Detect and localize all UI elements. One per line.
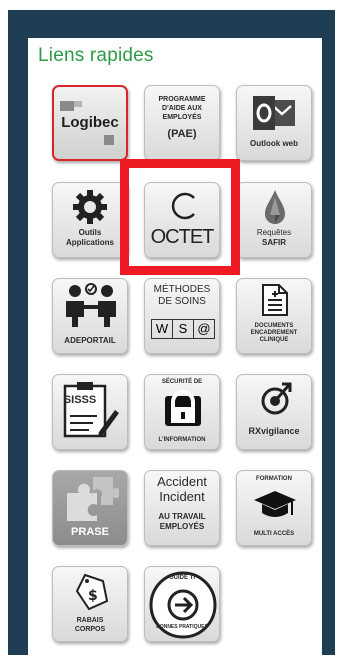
rabais-corpos-link[interactable]: $ RABAIS CORPOS: [52, 566, 128, 642]
pae-link[interactable]: PROGRAMME D'AIDE AUX EMPLOYÉS (PAE): [144, 85, 220, 161]
prase-label: PRASE: [71, 526, 109, 538]
accident-incident-link[interactable]: Accident Incident AU TRAVAIL EMPLOYÉS: [144, 470, 220, 546]
prase-link[interactable]: PRASE: [52, 470, 128, 546]
rxvigilance-link[interactable]: RXvigilance: [236, 374, 312, 450]
securite-top: SÉCURITÉ DE: [161, 379, 203, 385]
guide-top: GUIDE TI: [168, 575, 195, 581]
clipboard-pen-icon: [63, 382, 119, 438]
accident-line2: Incident: [159, 489, 205, 504]
pae-line1: PROGRAMME: [158, 96, 206, 103]
safir-line1: Requêtes: [256, 228, 292, 237]
logibec-label: Logibec: [61, 114, 119, 131]
octet-link[interactable]: OCTET: [144, 182, 220, 258]
documents-encadrement-link[interactable]: DOCUMENTS ENCADREMENT CLINIQUE: [236, 278, 312, 354]
octet-arc-icon: [171, 192, 195, 220]
adeportail-link[interactable]: ADEPORTAIL: [52, 278, 128, 354]
methodes-de-soins-link[interactable]: MÉTHODES DE SOINS W S @: [144, 278, 220, 354]
logibec-link[interactable]: Logibec: [52, 85, 128, 161]
svg-text:$: $: [88, 588, 98, 604]
documents-line1: DOCUMENTS: [254, 323, 294, 329]
securite-information-link[interactable]: SÉCURITÉ DE L'INFORMATION: [144, 374, 220, 450]
guide-bottom: BONNES PRATIQUES: [156, 624, 208, 630]
sisss-link[interactable]: SISSS: [52, 374, 128, 450]
methodes-line2: DE SOINS: [158, 296, 206, 307]
price-tag-icon: $: [75, 573, 109, 611]
rabais-line1: RABAIS: [76, 617, 104, 624]
rxvigilance-label: RXvigilance: [248, 426, 300, 436]
pae-line3: EMPLOYÉS: [162, 114, 202, 121]
accident-line3: AU TRAVAIL: [158, 512, 206, 521]
securite-bottom: L'INFORMATION: [158, 437, 206, 443]
outlook-icon: [253, 96, 295, 130]
gear-icon: [73, 190, 107, 224]
accident-line4: EMPLOYÉS: [159, 522, 205, 531]
formation-top: FORMATION: [256, 476, 292, 482]
methodes-badge-row: W S @: [151, 319, 215, 339]
padlock-icon: [165, 390, 201, 426]
people-meeting-icon: [66, 283, 116, 327]
outils-applications-link[interactable]: Outils Applications: [52, 182, 128, 258]
rabais-line2: CORPOS: [74, 626, 106, 633]
formation-multi-acces-link[interactable]: FORMATION MULTI ACCÈS: [236, 470, 312, 546]
methodes-line1: MÉTHODES: [153, 284, 211, 295]
methodes-badge-s: S: [173, 320, 194, 338]
rxvigilance-target-icon: [261, 382, 292, 415]
adeportail-label: ADEPORTAIL: [64, 336, 116, 345]
outils-line1: Outils: [78, 228, 102, 237]
methodes-badge-w: W: [152, 320, 173, 338]
safir-line2: SAFIR: [262, 238, 286, 247]
methodes-badge-at: @: [197, 321, 211, 336]
document-icon: [262, 284, 288, 316]
documents-line3: CLINIQUE: [259, 337, 289, 343]
puzzle-icon: [67, 477, 119, 521]
pae-line4: (PAE): [167, 128, 197, 140]
outlook-web-link[interactable]: Outlook web: [236, 85, 312, 161]
safir-link[interactable]: Requêtes SAFIR: [236, 182, 312, 258]
graduation-cap-icon: [254, 491, 296, 517]
formation-bottom: MULTI ACCÈS: [253, 531, 295, 537]
outlook-label: Outlook web: [250, 139, 298, 148]
pae-line2: D'AIDE AUX: [162, 105, 202, 112]
octet-label: OCTET: [150, 226, 215, 248]
documents-line2: ENCADREMENT: [250, 330, 298, 336]
panel-title: Liens rapides: [38, 45, 154, 66]
guide-ti-link[interactable]: GUIDE TI BONNES PRATIQUES: [144, 566, 220, 642]
drop-icon: [265, 190, 285, 224]
outils-line2: Applications: [65, 238, 114, 247]
accident-line1: Accident: [157, 474, 207, 489]
sisss-label: SISSS: [63, 394, 97, 406]
